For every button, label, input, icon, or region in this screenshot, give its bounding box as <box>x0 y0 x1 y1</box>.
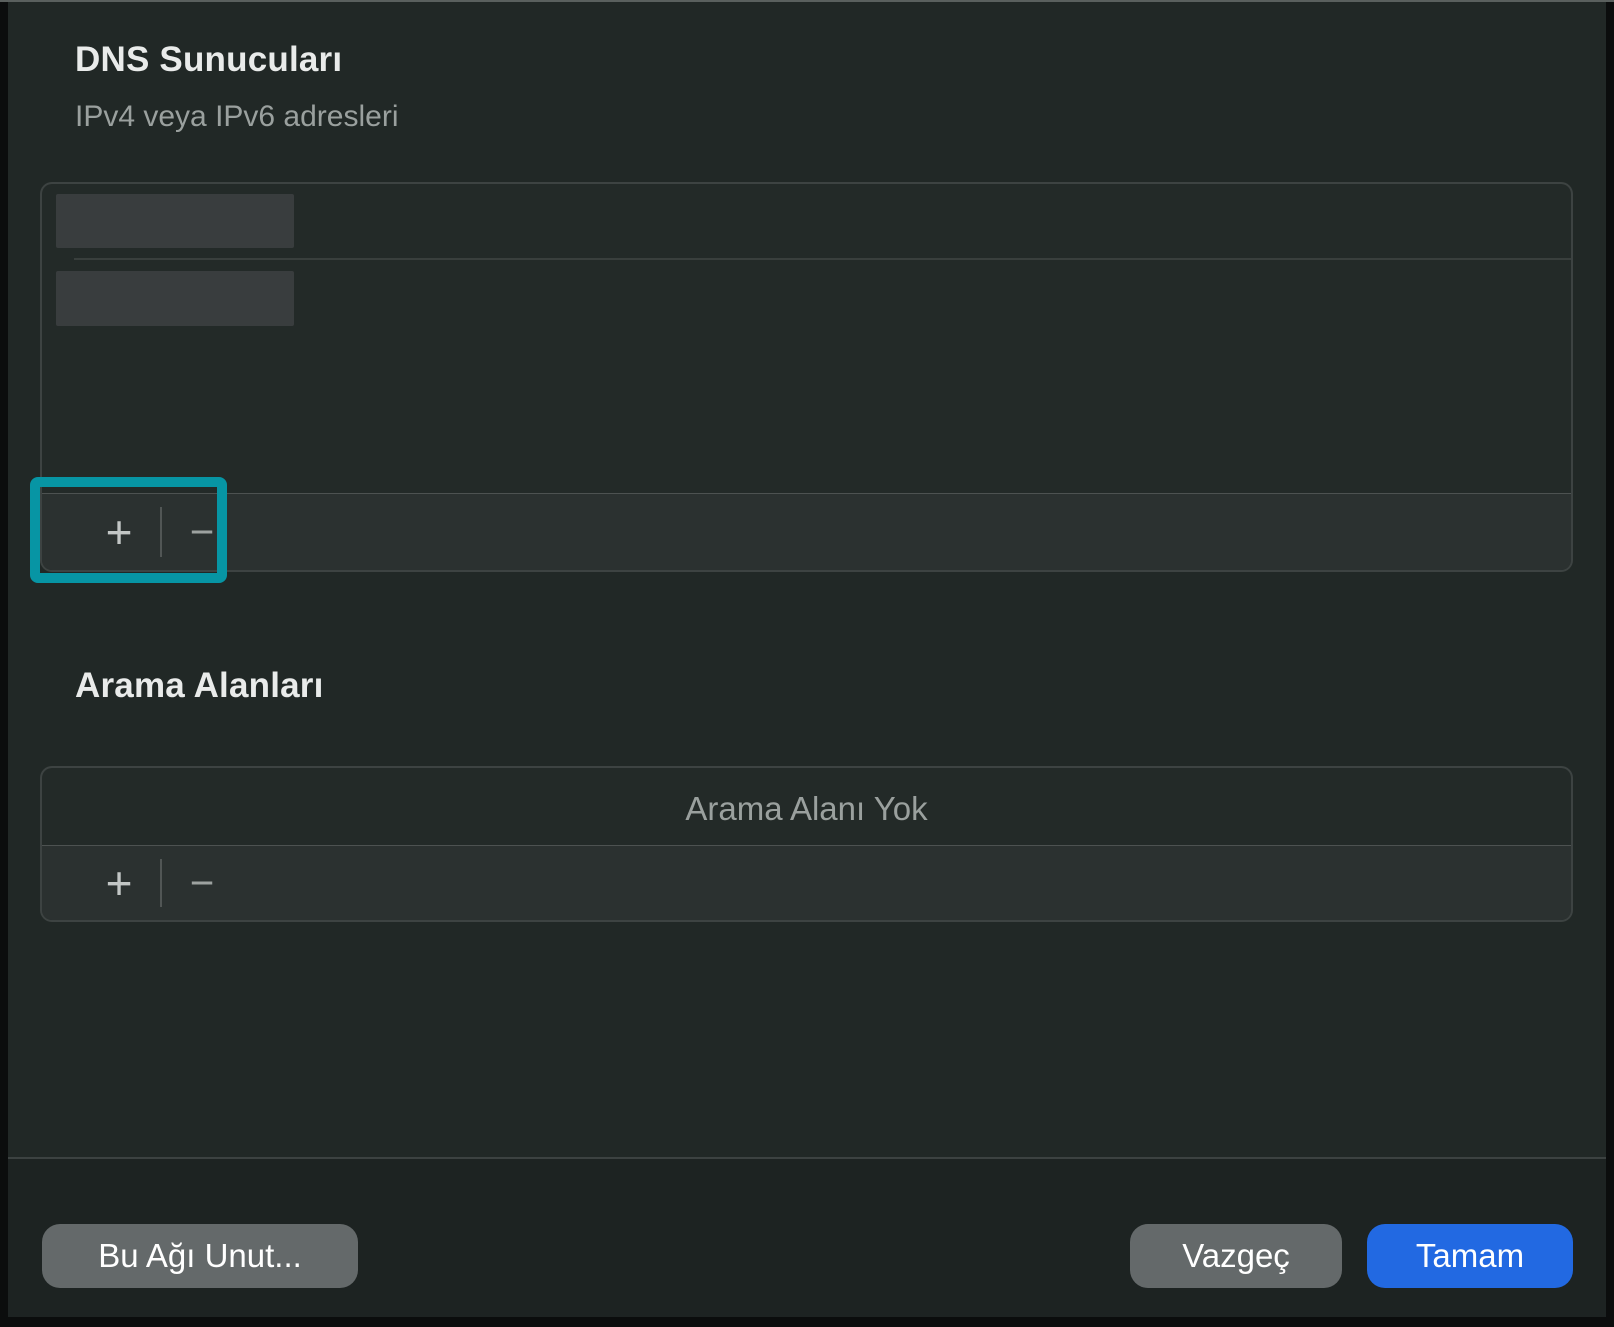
search-domains-title: Arama Alanları <box>75 666 324 706</box>
dns-servers-subtitle: IPv4 veya IPv6 adresleri <box>75 100 398 134</box>
search-domains-list: Arama Alanı Yok + − <box>40 766 1573 922</box>
remove-dns-server-button[interactable]: − <box>165 494 239 570</box>
no-search-domain-text: Arama Alanı Yok <box>42 790 1571 828</box>
dns-list-toolbar: + − <box>42 493 1571 570</box>
toolbar-divider <box>160 507 162 557</box>
remove-search-domain-button[interactable]: − <box>165 846 239 920</box>
dns-servers-list: + − <box>40 182 1573 572</box>
dns-entry-redacted[interactable] <box>56 271 294 326</box>
row-divider <box>74 258 1571 260</box>
search-list-toolbar: + − <box>42 845 1571 920</box>
ok-button[interactable]: Tamam <box>1367 1224 1573 1288</box>
forget-network-button[interactable]: Bu Ağı Unut... <box>42 1224 358 1288</box>
dns-entry-redacted[interactable] <box>56 194 294 248</box>
dns-servers-title: DNS Sunucuları <box>75 40 342 80</box>
add-dns-server-button[interactable]: + <box>82 494 156 570</box>
toolbar-divider <box>160 859 162 907</box>
add-search-domain-button[interactable]: + <box>82 846 156 920</box>
cancel-button[interactable]: Vazgeç <box>1130 1224 1342 1288</box>
